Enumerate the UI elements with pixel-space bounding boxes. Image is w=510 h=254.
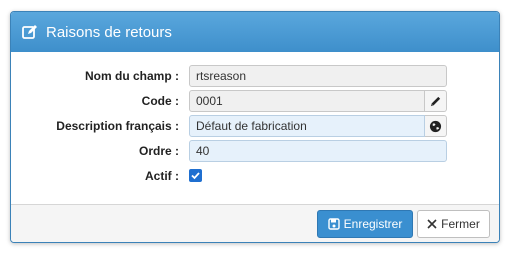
dialog-title: Raisons de retours (46, 23, 172, 41)
save-button[interactable]: Enregistrer (317, 210, 413, 238)
dialog-header: Raisons de retours (11, 12, 499, 52)
dialog-footer: Enregistrer Fermer (11, 204, 499, 242)
active-row: Actif : (11, 165, 499, 187)
order-input[interactable] (189, 140, 447, 162)
close-button-label: Fermer (441, 217, 480, 231)
active-checkbox[interactable] (189, 169, 202, 182)
pencil-icon[interactable] (425, 90, 447, 112)
close-icon (427, 219, 437, 229)
floppy-disk-icon (327, 218, 340, 230)
code-input[interactable] (189, 90, 425, 112)
description-row: Description français : (11, 115, 499, 137)
description-input[interactable] (189, 115, 425, 137)
checkmark-icon (191, 172, 200, 180)
dialog: Raisons de retours Nom du champ : Code :… (10, 11, 500, 243)
order-row: Ordre : (11, 140, 499, 162)
code-row: Code : (11, 90, 499, 112)
close-button[interactable]: Fermer (417, 210, 490, 238)
edit-square-icon (22, 23, 40, 41)
field-name-label: Nom du champ : (84, 69, 179, 83)
order-label: Ordre : (138, 144, 179, 158)
field-name-row: Nom du champ : (11, 65, 499, 87)
save-button-label: Enregistrer (343, 217, 403, 231)
active-label: Actif : (145, 169, 179, 183)
description-label: Description français : (56, 119, 179, 133)
globe-icon[interactable] (425, 115, 447, 137)
code-label: Code : (141, 94, 179, 108)
field-name-input[interactable] (189, 65, 447, 87)
dialog-body: Nom du champ : Code : Description frança… (11, 52, 499, 206)
